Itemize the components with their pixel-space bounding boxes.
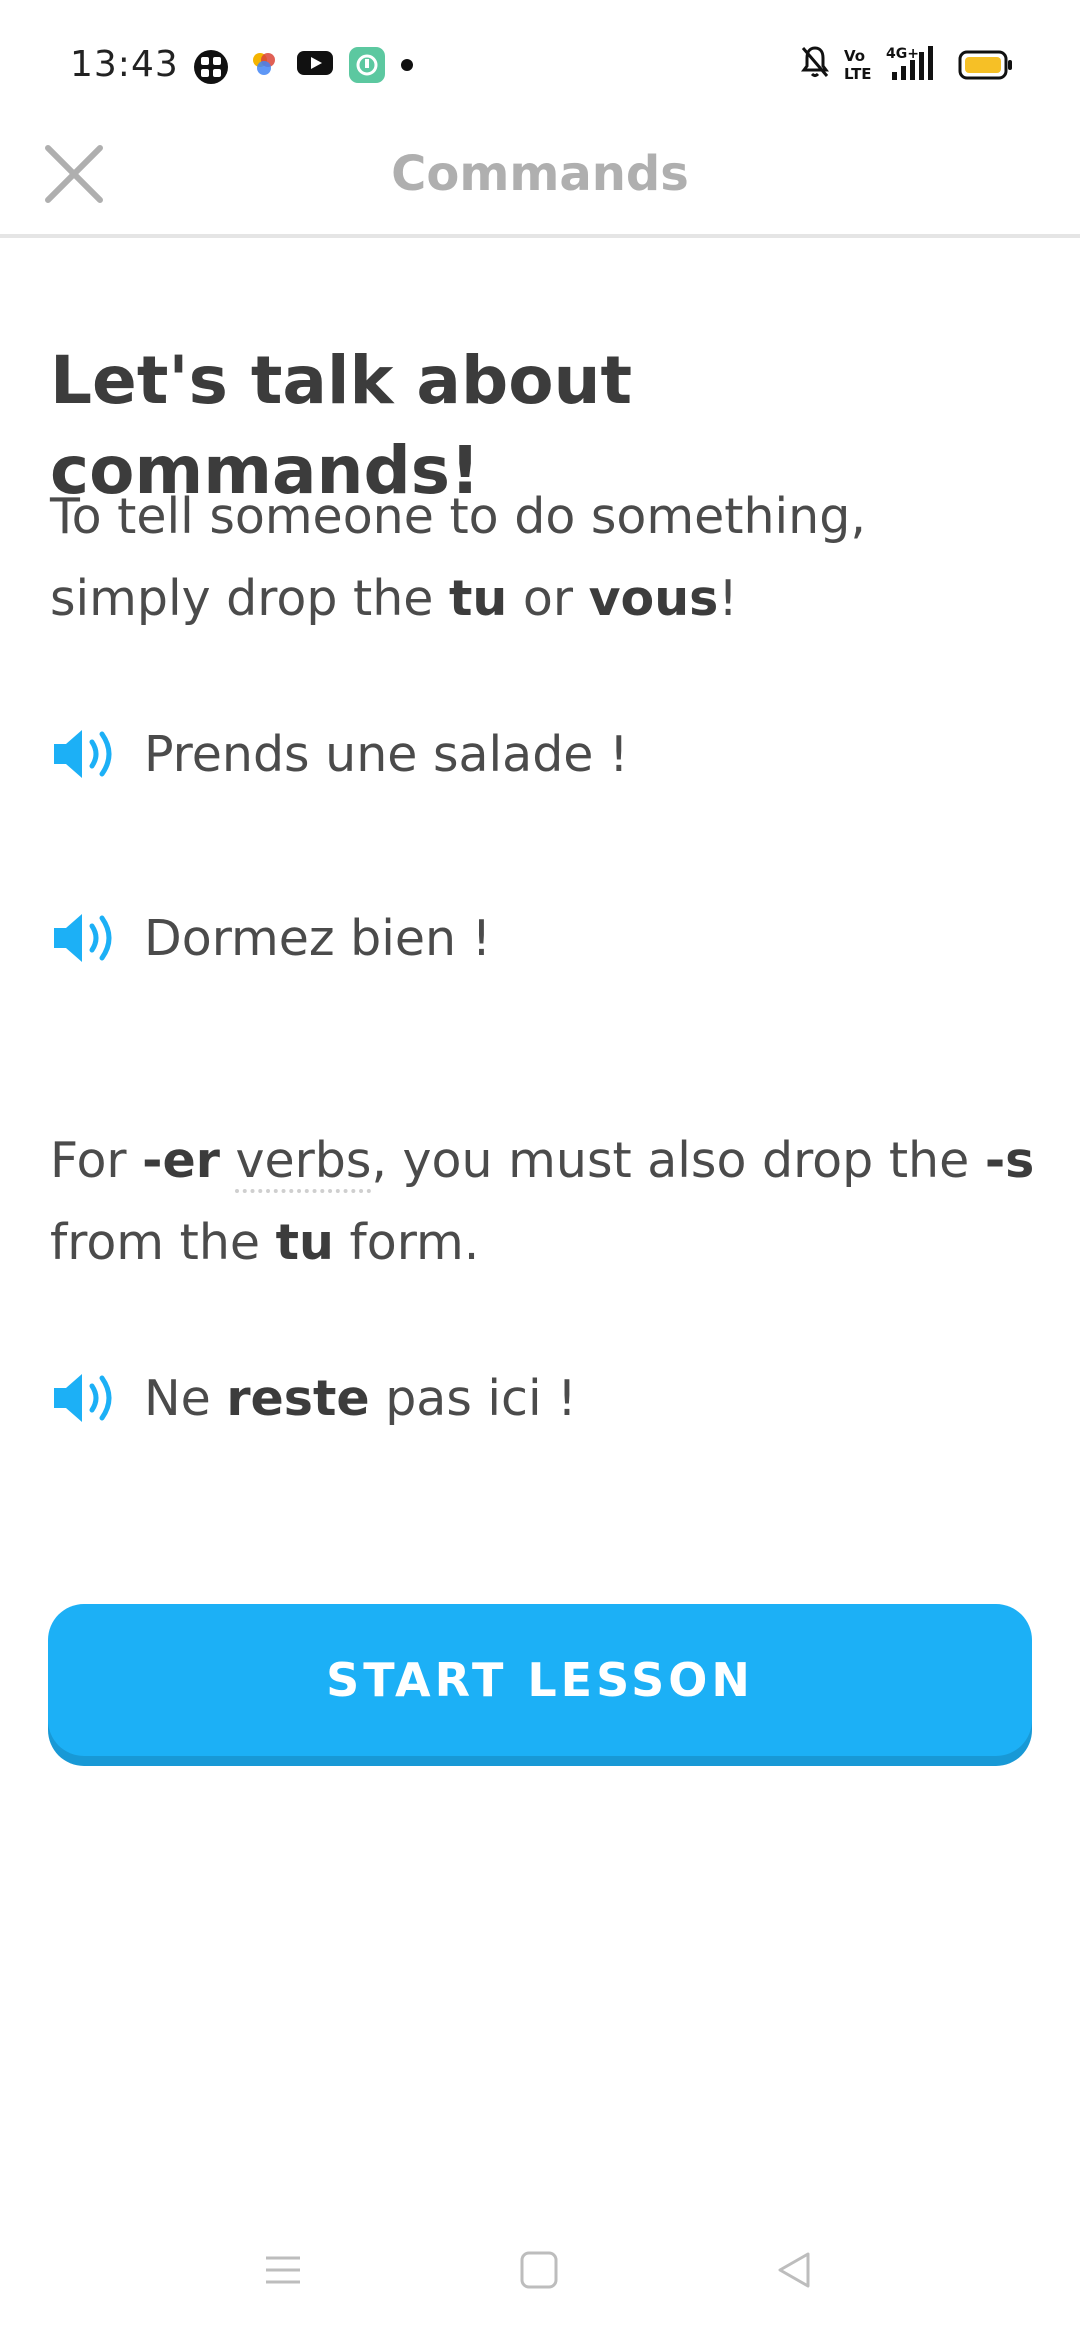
svg-text:LTE: LTE <box>844 65 872 82</box>
youtube-icon <box>297 51 333 75</box>
example-post: pas ici ! <box>369 1369 577 1427</box>
app-badge-icon <box>349 47 385 83</box>
menu-icon[interactable] <box>262 2250 304 2290</box>
signal-4g-icon: 4G+ <box>886 46 933 80</box>
example-text: Dormez bien ! <box>144 909 492 967</box>
status-time: 13:43 <box>70 44 179 85</box>
speaker-icon[interactable] <box>50 724 124 784</box>
rule-text-5: form. <box>333 1214 480 1271</box>
system-nav-bar <box>0 2220 1080 2340</box>
example-row[interactable]: Dormez bien ! <box>50 898 491 978</box>
start-lesson-button[interactable]: START LESSON <box>48 1604 1032 1756</box>
example-pre: Ne <box>144 1369 227 1427</box>
home-icon[interactable] <box>518 2250 560 2290</box>
mute-icon <box>801 46 829 77</box>
example-row[interactable]: Ne reste pas ici ! <box>50 1358 577 1438</box>
svg-text:Vo: Vo <box>844 47 865 65</box>
example-text: Prends une salade ! <box>144 725 629 783</box>
rule-bold-er: -er <box>142 1132 220 1189</box>
intro-text-2: or <box>507 570 589 627</box>
example-row[interactable]: Prends une salade ! <box>50 714 629 794</box>
header: Commands <box>0 130 1080 238</box>
speaker-icon[interactable] <box>50 908 124 968</box>
example-text: Ne reste pas ici ! <box>144 1370 577 1427</box>
start-lesson-label: START LESSON <box>326 1653 754 1707</box>
er-rule-paragraph: For -er verbs, you must also drop the -s… <box>50 1120 1040 1284</box>
example-bold: reste <box>226 1369 370 1427</box>
rule-bold-tu: tu <box>275 1214 334 1271</box>
page-title: Commands <box>391 146 689 202</box>
intro-text-3: ! <box>718 570 738 627</box>
pinwheel-icon <box>253 53 275 75</box>
status-bar: 13:43 Vo LTE 4G+ <box>0 0 1080 130</box>
intro-paragraph: To tell someone to do something, simply … <box>50 476 1040 640</box>
battery-icon <box>958 50 1012 80</box>
rule-text-4: from the <box>50 1214 276 1271</box>
dot-icon <box>401 59 413 71</box>
volte-icon: Vo LTE <box>844 47 872 82</box>
speaker-icon[interactable] <box>50 1368 124 1428</box>
verbs-hint-link[interactable]: verbs <box>235 1132 372 1193</box>
screen: 13:43 Vo LTE 4G+ Commands Let's talk abo… <box>0 0 1080 2340</box>
rule-bold-s: -s <box>984 1132 1035 1189</box>
rule-text-1: For <box>50 1132 143 1189</box>
intro-bold-vous: vous <box>588 570 719 627</box>
rule-text-2 <box>220 1132 236 1189</box>
intro-bold-tu: tu <box>449 570 508 627</box>
grid-app-icon <box>194 50 228 84</box>
svg-text:4G+: 4G+ <box>886 46 919 62</box>
back-icon[interactable] <box>774 2250 816 2290</box>
rule-text-3: , you must also drop the <box>371 1132 985 1189</box>
